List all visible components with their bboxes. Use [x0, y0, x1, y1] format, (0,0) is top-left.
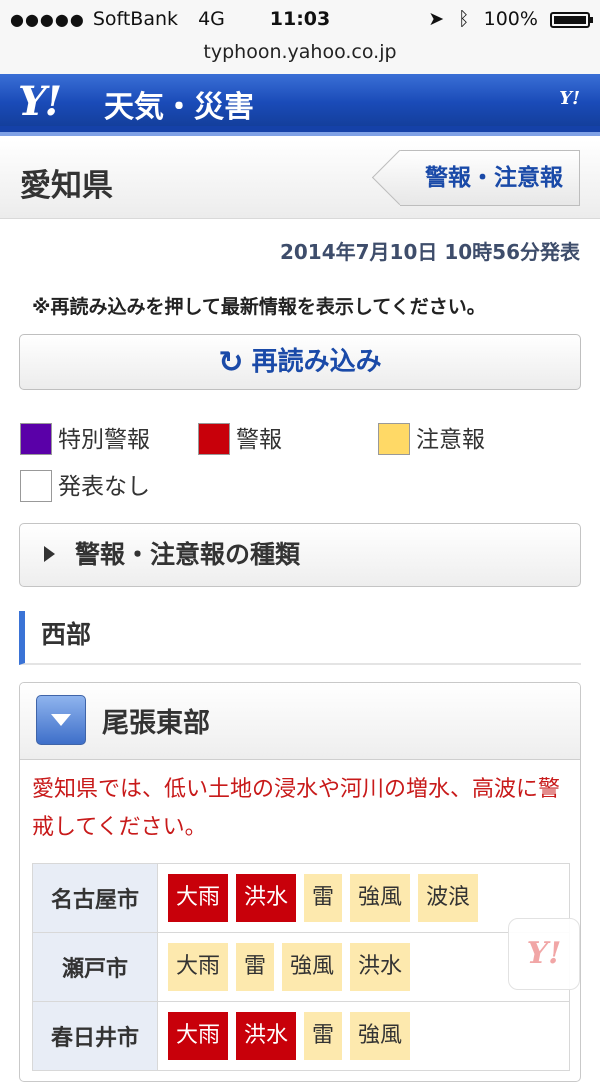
legend-swatch: [20, 423, 52, 455]
subregion-title: 尾張東部: [102, 708, 210, 739]
alert-tag[interactable]: 雷: [236, 943, 275, 991]
alert-tag[interactable]: 波浪: [418, 874, 479, 922]
alert-tag[interactable]: 強風: [350, 874, 411, 922]
city-name[interactable]: 名古屋市: [32, 863, 158, 933]
site-title[interactable]: 天気・災害: [104, 82, 254, 126]
location-arrow-icon: ➤: [428, 8, 445, 30]
alert-types-toggle[interactable]: 警報・注意報の種類: [19, 523, 581, 587]
reload-icon: ↻: [218, 345, 244, 380]
bluetooth-icon: ᛒ: [458, 8, 470, 30]
published-time: 2014年7月10日 10時56分発表: [279, 240, 580, 264]
triangle-right-icon: [44, 546, 55, 562]
legend-item-special-warning: 特別警報: [20, 420, 150, 455]
table-row: 瀬戸市 大雨雷強風 洪水: [32, 932, 570, 1002]
yahoo-small-logo[interactable]: Y!: [559, 88, 580, 109]
status-right: ➤ ᛒ 100%: [428, 8, 593, 30]
warning-message: 愛知県では、低い土地の浸水や河川の増水、高波に警戒してください。: [32, 777, 561, 840]
alert-tag[interactable]: 雷: [304, 1012, 343, 1060]
header-stripe: [0, 132, 600, 136]
battery-icon: [550, 12, 593, 28]
subregion-header[interactable]: 尾張東部: [20, 683, 580, 760]
alert-tag[interactable]: 大雨: [168, 1012, 229, 1060]
url-bar[interactable]: typhoon.yahoo.co.jp: [0, 38, 600, 74]
legend-item-advisory: 注意報: [378, 420, 485, 455]
legend-item-none: 発表なし: [20, 467, 150, 502]
legend-label: 特別警報: [58, 427, 150, 453]
city-name[interactable]: 春日井市: [32, 1001, 158, 1071]
city-tags: 大雨 洪水雷強風 波浪: [157, 863, 570, 933]
status-bar: ●●●●● SoftBank 4G 11:03 ➤ ᛒ 100%: [0, 0, 600, 40]
prefecture-bar: 愛知県 警報・注意報: [0, 140, 600, 219]
table-row: 名古屋市 大雨 洪水雷強風 波浪: [32, 863, 570, 933]
alert-tag[interactable]: 洪水: [350, 943, 411, 991]
alert-tag[interactable]: 大雨: [168, 874, 229, 922]
alert-tag[interactable]: 洪水: [236, 874, 297, 922]
battery-percent: 100%: [483, 8, 538, 30]
alert-tag[interactable]: 強風: [350, 1012, 411, 1060]
floating-yahoo-button[interactable]: Y!: [508, 918, 580, 990]
legend-item-warning: 警報: [198, 420, 282, 455]
legend-swatch: [198, 423, 230, 455]
alert-tag[interactable]: 洪水: [236, 1012, 297, 1060]
region-heading: 西部: [19, 611, 581, 665]
alert-types-label: 警報・注意報の種類: [75, 540, 301, 569]
reload-label: 再読み込み: [251, 347, 382, 377]
alerts-back-button[interactable]: 警報・注意報: [400, 150, 580, 206]
legend-label: 警報: [236, 427, 282, 453]
table-row: 春日井市 大雨 洪水雷強風: [32, 1001, 570, 1071]
url-text: typhoon.yahoo.co.jp: [203, 41, 397, 63]
legend-swatch: [20, 470, 52, 502]
collapse-toggle-icon[interactable]: [36, 695, 86, 745]
city-alert-table: 名古屋市 大雨 洪水雷強風 波浪 瀬戸市 大雨雷強風 洪水 春日井市 大雨 洪水雷強風: [32, 863, 570, 1071]
reload-button[interactable]: ↻ 再読み込み: [19, 334, 581, 390]
alert-tag[interactable]: 強風: [282, 943, 343, 991]
legend-label: 発表なし: [58, 474, 150, 500]
reload-notice: ※再読み込みを押して最新情報を表示してください。: [32, 296, 486, 318]
yahoo-logo[interactable]: Y!: [18, 78, 62, 125]
site-header: Y! 天気・災害 Y!: [0, 74, 600, 136]
city-tags: 大雨 洪水雷強風: [157, 1001, 570, 1071]
alert-tag[interactable]: 雷: [304, 874, 343, 922]
page-title: 愛知県: [20, 168, 113, 204]
legend-swatch: [378, 423, 410, 455]
legend-label: 注意報: [416, 427, 485, 453]
city-name[interactable]: 瀬戸市: [32, 932, 158, 1002]
alert-tag[interactable]: 大雨: [168, 943, 229, 991]
subregion-panel: 尾張東部 愛知県では、低い土地の浸水や河川の増水、高波に警戒してください。 名古…: [19, 682, 581, 1082]
